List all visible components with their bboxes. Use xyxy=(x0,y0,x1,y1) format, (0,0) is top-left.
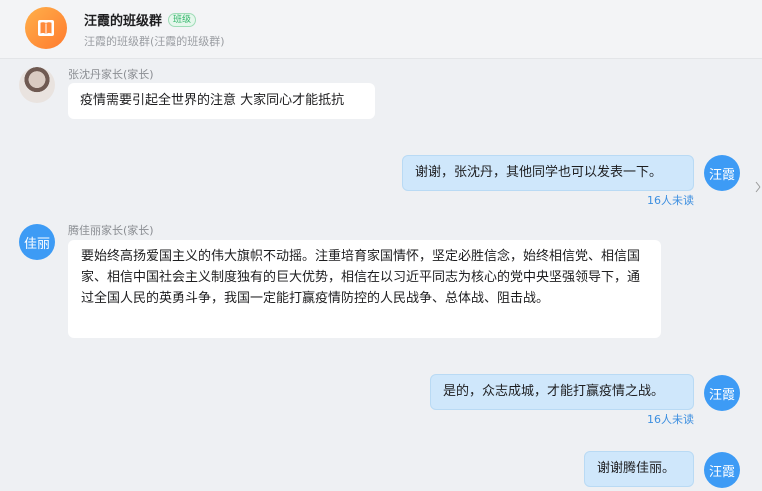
avatar-text: 佳丽 xyxy=(23,236,50,252)
group-avatar[interactable] xyxy=(25,7,67,49)
chat-window: 汪霞的班级群 班级 汪霞的班级群(汪霞的班级群) 张沈丹家长(家长) 疫情需要引… xyxy=(0,0,762,491)
message-text: 疫情需要引起全世界的注意 大家同心才能抵抗 xyxy=(80,93,345,108)
avatar-text: 汪霞 xyxy=(708,167,735,183)
my-avatar[interactable]: 汪霞 xyxy=(704,452,740,488)
my-avatar[interactable]: 汪霞 xyxy=(704,375,740,411)
message-bubble[interactable]: 谢谢腾佳丽。 xyxy=(584,451,694,487)
class-badge: 班级 xyxy=(168,12,197,27)
chat-header: 汪霞的班级群 班级 汪霞的班级群(汪霞的班级群) xyxy=(0,0,762,59)
sender-avatar[interactable] xyxy=(19,67,55,103)
avatar-text: 汪霞 xyxy=(708,464,735,480)
unread-count[interactable]: 16人未读 xyxy=(594,411,694,427)
scrollbar-marker[interactable] xyxy=(754,172,762,202)
message-bubble[interactable]: 疫情需要引起全世界的注意 大家同心才能抵抗 xyxy=(68,83,375,119)
group-title-text: 汪霞的班级群 xyxy=(84,14,163,29)
message-bubble[interactable]: 谢谢，张沈丹，其他同学也可以发表一下。 xyxy=(402,155,694,191)
my-avatar[interactable]: 汪霞 xyxy=(704,155,740,191)
sender-name: 腾佳丽家长(家长) xyxy=(68,224,154,237)
message-text: 是的，众志成城，才能打赢疫情之战。 xyxy=(443,384,665,399)
unread-count[interactable]: 16人未读 xyxy=(594,192,694,208)
message-text: 谢谢腾佳丽。 xyxy=(597,461,676,476)
avatar-text: 汪霞 xyxy=(708,387,735,403)
sender-name: 张沈丹家长(家长) xyxy=(68,68,154,81)
message-bubble[interactable]: 是的，众志成城，才能打赢疫情之战。 xyxy=(430,374,694,410)
message-text: 要始终高扬爱国主义的伟大旗帜不动摇。注重培育家国情怀，坚定必胜信念，始终相信党、… xyxy=(81,249,641,306)
group-subtitle: 汪霞的班级群(汪霞的班级群) xyxy=(84,35,225,48)
group-title[interactable]: 汪霞的班级群 班级 xyxy=(84,10,197,29)
sender-avatar[interactable]: 佳丽 xyxy=(19,224,55,260)
book-icon xyxy=(38,20,54,36)
message-bubble[interactable]: 要始终高扬爱国主义的伟大旗帜不动摇。注重培育家国情怀，坚定必胜信念，始终相信党、… xyxy=(68,240,661,338)
message-text: 谢谢，张沈丹，其他同学也可以发表一下。 xyxy=(415,165,663,180)
